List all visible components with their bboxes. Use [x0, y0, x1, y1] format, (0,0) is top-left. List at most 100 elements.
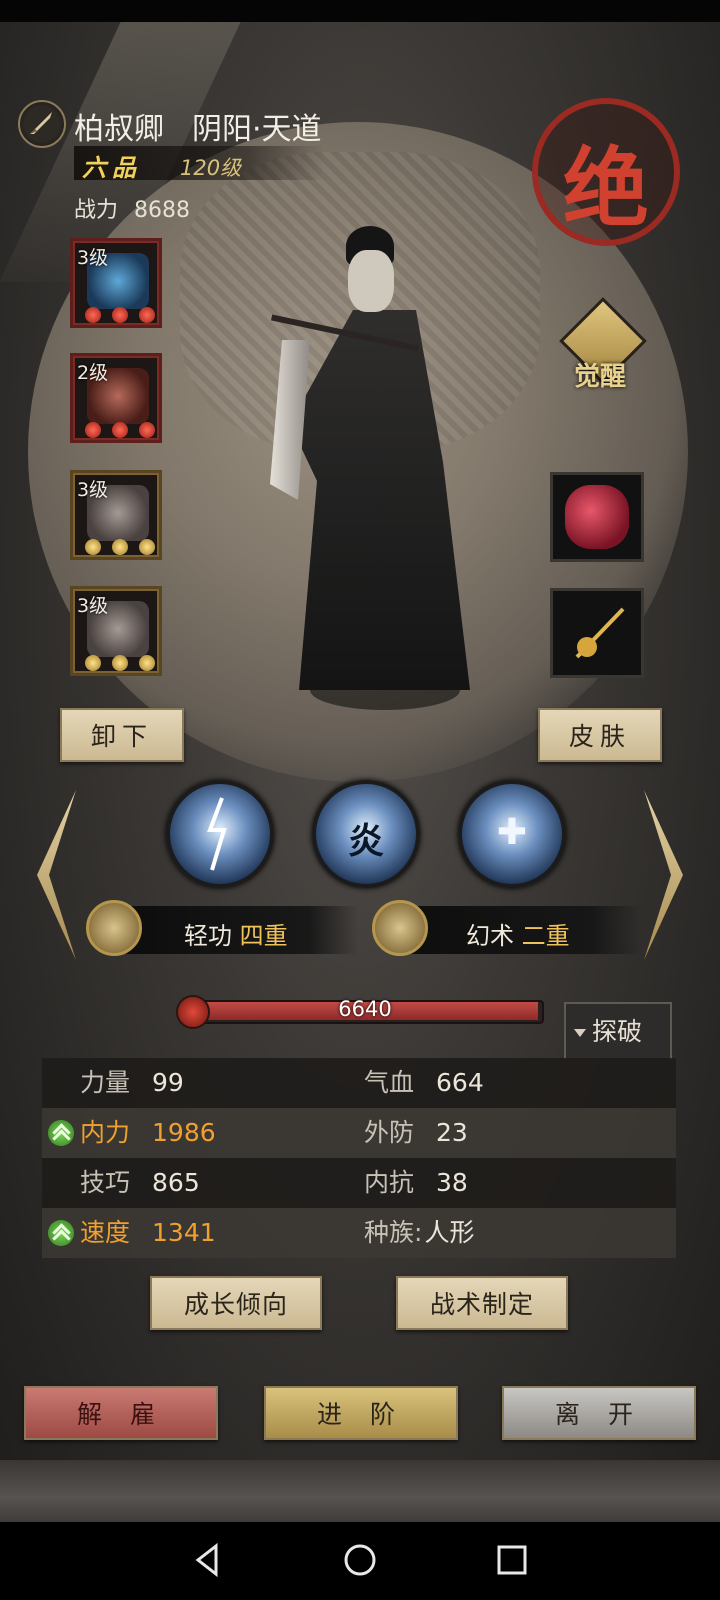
flame-skill-glyph: 炎	[347, 821, 384, 862]
stat-value: 38	[436, 1168, 468, 1197]
stat-key: 内抗	[364, 1168, 415, 1197]
advance-button[interactable]: 进 阶	[264, 1386, 458, 1440]
gem-row	[85, 307, 155, 323]
system-nav-bar	[0, 1522, 720, 1600]
gem-icon	[139, 655, 155, 671]
leave-button[interactable]: 离 开	[502, 1386, 696, 1440]
explore-dropdown[interactable]: 探破	[564, 1002, 672, 1060]
gem-icon	[85, 539, 101, 555]
gem-icon	[139, 539, 155, 555]
stat-value: 1986	[152, 1118, 216, 1147]
stat-row: 力量 99 气血 664	[42, 1058, 676, 1108]
art-qinggong: 轻功 四重	[184, 916, 288, 951]
equip-level: 3级	[77, 479, 109, 501]
gem-icon	[85, 307, 101, 323]
stat-value: 664	[436, 1068, 484, 1097]
art-name: 轻功	[184, 922, 232, 950]
stat-value: 人形	[424, 1218, 475, 1247]
awaken-button[interactable]: 觉醒	[558, 297, 647, 400]
equip-slot-armor-2[interactable]: 3级	[70, 586, 162, 676]
combat-power: 战力 8688	[74, 192, 190, 224]
gem-icon	[112, 655, 128, 671]
stat-speed: 速度 1341	[80, 1208, 216, 1258]
stat-race: 种族:人形	[364, 1208, 474, 1258]
dismiss-button[interactable]: 解 雇	[24, 1386, 218, 1440]
stat-inner-resist: 内抗 38	[364, 1158, 468, 1208]
gem-icon	[112, 307, 128, 323]
stat-value: 1341	[152, 1218, 216, 1247]
stats-table: 力量 99 气血 664 内力 1986 外防 23 技巧 865 内抗 38 速度 1341…	[42, 1058, 676, 1258]
upgrade-arrow-icon	[48, 1120, 74, 1146]
figure-sleeve	[270, 340, 310, 500]
hero-name-line: 柏叔卿 阴阳·天道	[74, 104, 322, 148]
art-name: 幻术	[466, 922, 514, 950]
gem-icon	[85, 422, 101, 438]
stat-inner-power: 内力 1986	[80, 1108, 216, 1158]
hero-grade: 六品	[82, 153, 142, 182]
stat-row: 速度 1341 种族:人形	[42, 1208, 676, 1258]
floor-texture	[0, 1460, 720, 1522]
gem-icon	[112, 539, 128, 555]
equip-slot-accessory[interactable]	[550, 472, 644, 562]
lightning-skill-icon[interactable]	[166, 780, 274, 888]
dropdown-triangle-icon	[574, 1029, 586, 1037]
growth-tendency-button[interactable]: 成长倾向	[150, 1276, 322, 1330]
gem-row	[85, 539, 155, 555]
stat-value: 865	[152, 1168, 200, 1197]
unequip-button[interactable]: 卸下	[60, 708, 184, 762]
stat-key: 速度	[80, 1218, 131, 1247]
hero-level: 120级	[180, 156, 242, 180]
art-illusion: 幻术 二重	[466, 916, 570, 951]
tactics-button[interactable]: 战术制定	[396, 1276, 568, 1330]
stat-key: 气血	[364, 1068, 415, 1097]
figure-robe	[290, 310, 470, 690]
equip-slot-armor[interactable]: 3级	[70, 470, 162, 560]
stat-key: 技巧	[80, 1168, 131, 1197]
qinggong-badge-icon[interactable]	[86, 900, 142, 956]
awaken-label: 觉醒	[573, 362, 626, 392]
flame-skill-icon[interactable]: 炎	[312, 780, 420, 888]
stat-outer-defense: 外防 23	[364, 1108, 468, 1158]
stat-row: 技巧 865 内抗 38	[42, 1158, 676, 1208]
stat-value: 23	[436, 1118, 468, 1147]
rarity-seal-text: 绝	[563, 138, 649, 239]
stat-key: 内力	[80, 1118, 131, 1147]
equip-slot-weapon[interactable]: 3级	[70, 238, 162, 328]
equip-level: 2级	[77, 362, 109, 384]
stat-key: 外防	[364, 1118, 415, 1147]
hero-figure	[250, 210, 480, 710]
equip-slot-hairpin[interactable]	[550, 588, 644, 678]
hp-bar: 6640	[176, 995, 544, 1029]
status-bar	[0, 0, 720, 22]
home-icon[interactable]	[340, 1540, 380, 1580]
equip-level: 3级	[77, 595, 109, 617]
power-label: 战力	[74, 198, 119, 223]
skin-button[interactable]: 皮肤	[538, 708, 662, 762]
figure-head	[348, 250, 394, 312]
stat-key: 力量	[80, 1068, 131, 1097]
stat-key: 种族:	[364, 1218, 423, 1247]
heal-skill-glyph: ✚	[496, 812, 528, 853]
stat-value: 99	[152, 1068, 184, 1097]
explore-label: 探破	[592, 1017, 643, 1046]
gem-icon	[139, 307, 155, 323]
equip-slot-robe[interactable]: 2级	[70, 353, 162, 443]
stat-hp: 气血 664	[364, 1058, 484, 1108]
back-icon[interactable]	[188, 1540, 228, 1580]
stat-strength: 力量 99	[80, 1058, 184, 1108]
red-gem-icon	[565, 485, 629, 549]
brush-icon[interactable]	[18, 100, 66, 148]
heal-skill-icon[interactable]: ✚	[458, 780, 566, 888]
gem-row	[85, 655, 155, 671]
stat-row: 内力 1986 外防 23	[42, 1108, 676, 1158]
gem-icon	[85, 655, 101, 671]
illusion-badge-icon[interactable]	[372, 900, 428, 956]
recents-icon[interactable]	[492, 1540, 532, 1580]
hero-name: 柏叔卿	[74, 112, 164, 147]
rarity-seal: 绝	[532, 98, 680, 246]
stat-skill: 技巧 865	[80, 1158, 200, 1208]
power-value: 8688	[134, 198, 191, 223]
gem-icon	[112, 422, 128, 438]
gem-row	[85, 422, 155, 438]
upgrade-arrow-icon	[48, 1220, 74, 1246]
